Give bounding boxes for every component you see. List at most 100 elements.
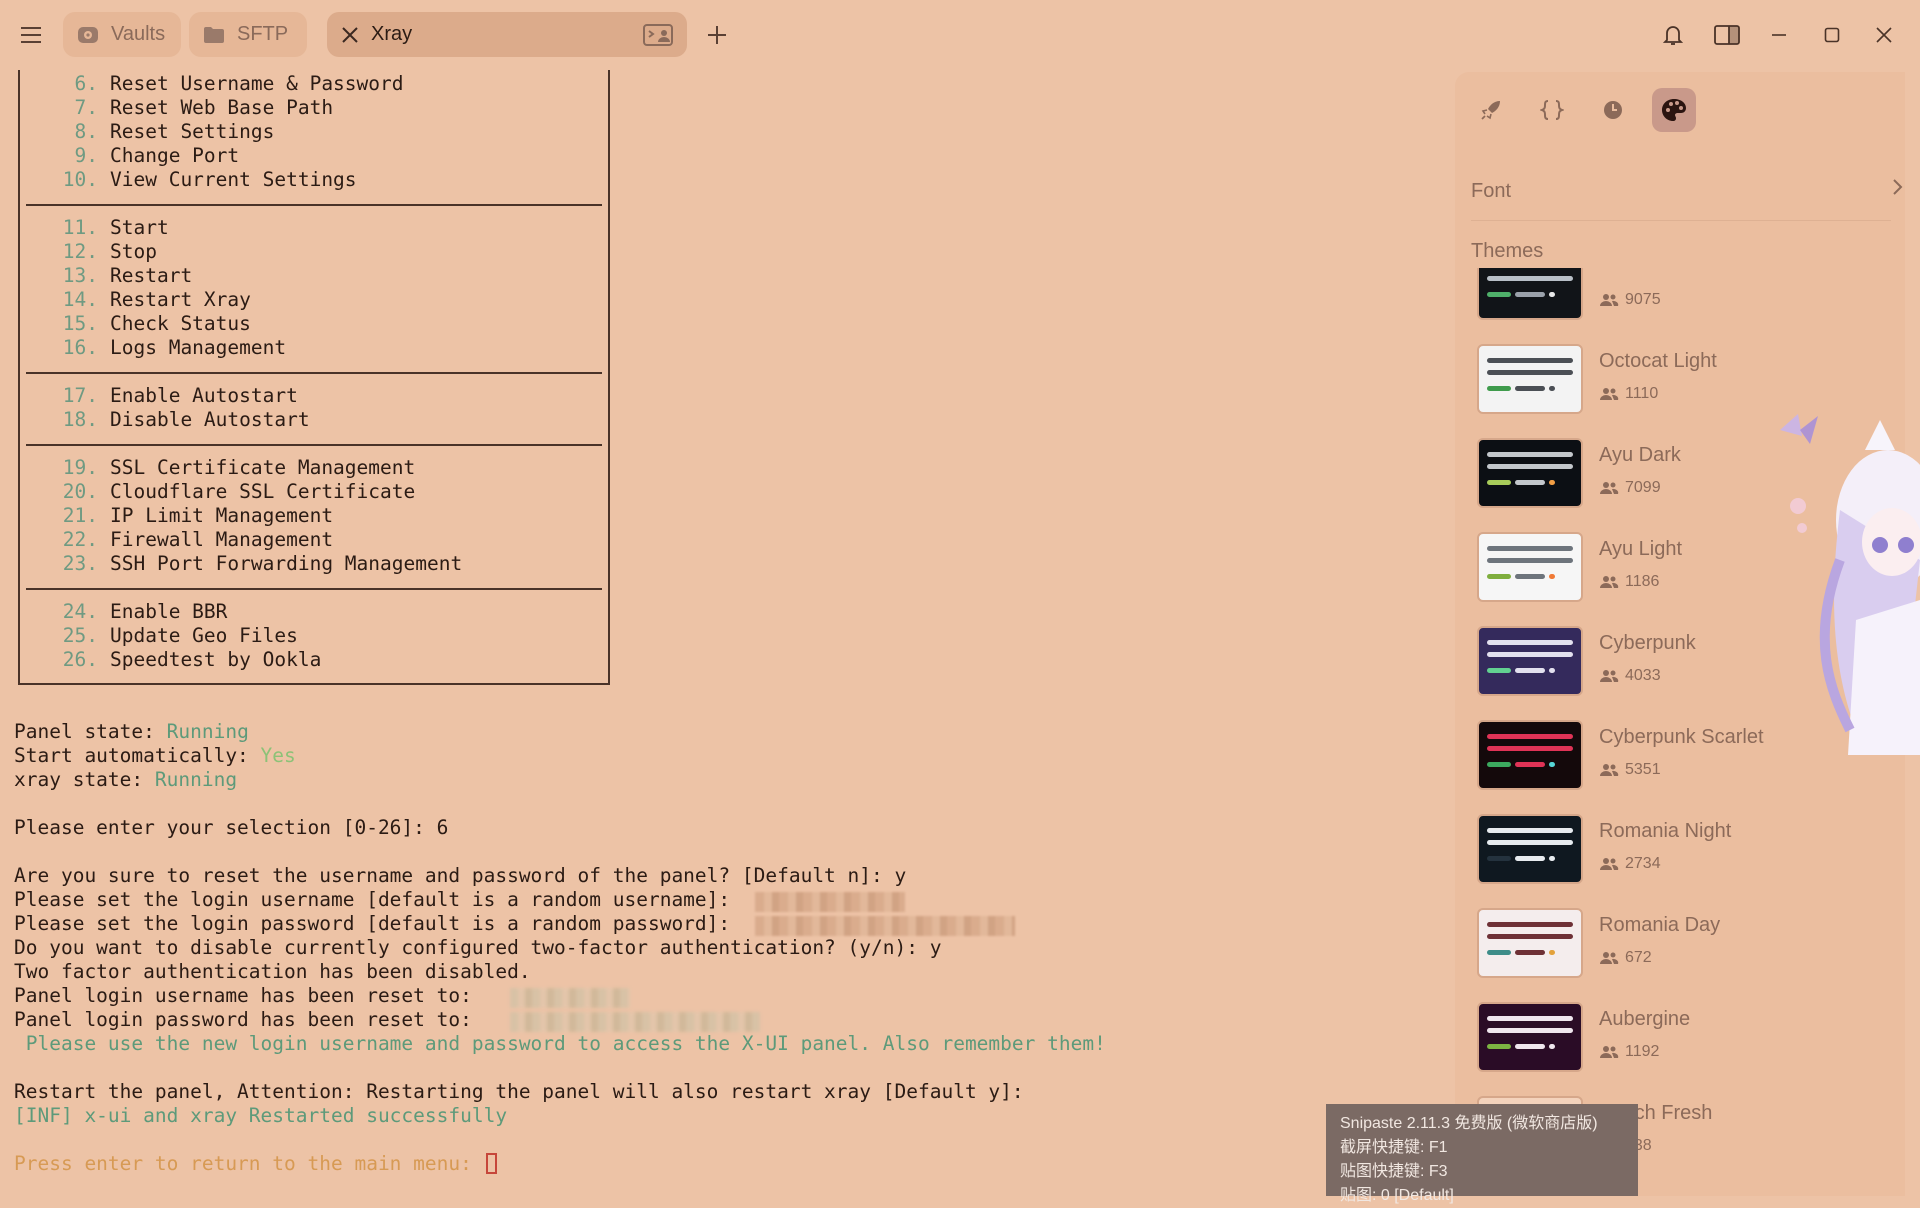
theme-item[interactable]: Romania Night 2734 [1477,810,1897,886]
selection-line: Please enter your selection [0-26]: 6 [14,816,449,839]
menu-item: 19. SSL Certificate Management [62,456,416,479]
scripts-tool-button[interactable] [1530,88,1574,132]
theme-item[interactable]: Romania Day 672 [1477,904,1897,980]
redacted-new-password [510,1012,760,1032]
set-password-line: Please set the login password [default i… [14,912,742,935]
theme-users-count: 7099 [1599,479,1661,497]
braces-icon [1540,100,1564,120]
username-reset-line: Panel login username has been reset to: [14,984,484,1007]
toggle-sidebar-button[interactable] [1710,18,1744,52]
theme-thumbnail [1477,344,1583,414]
theme-users-count: 2734 [1599,855,1661,873]
font-label: Font [1471,180,1512,202]
font-setting-row[interactable]: Font [1471,172,1911,212]
rocket-icon [1481,101,1500,120]
theme-thumbnail [1477,908,1583,978]
theme-thumbnail [1477,438,1583,508]
snipaste-line: 截屏快捷键: F1 [1340,1139,1448,1156]
snippets-tool-button[interactable] [1469,88,1513,132]
maximize-button[interactable] [1815,18,1849,52]
tab-sftp[interactable]: SFTP [189,12,307,57]
users-icon [1600,1046,1619,1058]
password-reset-line: Panel login password has been reset to: [14,1008,484,1031]
chevron-right-icon [1893,179,1903,195]
theme-users-count: 1110 [1599,385,1658,403]
redacted-new-username [510,988,630,1008]
autostart-value: Yes [260,744,296,767]
users-icon [1600,294,1619,306]
menu-item: 7. Reset Web Base Path [74,96,334,119]
theme-name: Ayu Light [1599,538,1683,560]
users-icon [1600,858,1619,870]
return-prompt-line: Press enter to return to the main menu: [14,1152,497,1176]
menu-box: 6. Reset Username & Password 7. Reset Web … [18,70,610,685]
snipaste-line: 贴图: 0 [Default] [1340,1187,1454,1204]
snipaste-tooltip: Snipaste 2.11.3 免费版 (微软商店版) 截屏快捷键: F1 贴图… [1326,1104,1638,1204]
title-bar: Vaults SFTP Xray [0,0,1920,70]
theme-users-count: 672 [1599,949,1652,967]
appearance-tool-button[interactable] [1652,88,1696,132]
close-window-button[interactable] [1867,18,1901,52]
theme-item[interactable]: Octocat Light 1110 [1477,340,1897,416]
theme-item[interactable]: Aubergine 1192 [1477,998,1897,1074]
users-icon [1600,764,1619,776]
close-icon[interactable] [341,26,359,44]
theme-thumbnail [1477,1002,1583,1072]
theme-name: Romania Day [1599,914,1721,936]
theme-thumbnail [1477,814,1583,884]
twofa-disabled-line: Two factor authentication has been disab… [14,960,531,983]
plus-icon [708,26,726,44]
menu-separator [26,444,602,446]
hamburger-menu-button[interactable] [14,18,48,52]
menu-item: 20. Cloudflare SSL Certificate [62,480,416,503]
redacted-password [755,916,1015,936]
xray-state-line: xray state: Running [14,768,238,791]
theme-thumbnail [1477,626,1583,696]
tab-xray[interactable]: Xray [327,12,687,57]
restart-question-line: Restart the panel, Attention: Restarting… [14,1080,1024,1103]
menu-item: 12. Stop [62,240,157,263]
users-icon [1600,482,1619,494]
panel-state-line: Panel state: Running [14,720,249,743]
menu-separator [26,372,602,374]
theme-users-count: 5351 [1599,761,1661,779]
terminal-output[interactable]: 6. Reset Username & Password 7. Reset Web … [0,70,1440,1196]
new-tab-button[interactable] [700,18,734,52]
autostart-line: Start automatically: Yes [14,744,296,767]
theme-name: Ayu Dark [1599,444,1681,466]
theme-name: Romania Night [1599,820,1732,842]
maximize-icon [1824,27,1840,43]
menu-item: 23. SSH Port Forwarding Management [62,552,463,575]
users-icon [1600,952,1619,964]
menu-item: 10. View Current Settings [62,168,357,191]
theme-name: Cyberpunk [1599,632,1696,654]
confirm-line: Are you sure to reset the username and p… [14,864,907,887]
minimize-icon [1772,34,1786,36]
xray-state-value: Running [154,768,238,791]
theme-name: Aubergine [1599,1008,1691,1030]
users-icon [1600,670,1619,682]
notifications-button[interactable] [1656,18,1690,52]
history-tool-button[interactable] [1591,88,1635,132]
theme-name: Cyberpunk Scarlet [1599,726,1764,748]
restart-success-line: [INF] x-ui and xray Restarted successful… [14,1104,508,1127]
menu-item: 14. Restart Xray [62,288,251,311]
themes-label: Themes [1471,240,1544,262]
twofa-question-line: Do you want to disable currently configu… [14,936,942,959]
menu-item: 21. IP Limit Management [62,504,334,527]
tab-vaults[interactable]: Vaults [63,12,181,57]
terminal-profile-icon[interactable] [643,24,673,46]
mascot-character-image [1780,414,1920,755]
minimize-button[interactable] [1762,18,1796,52]
tab-xray-label: Xray [371,23,413,45]
tab-sftp-label: SFTP [237,23,289,45]
theme-thumbnail [1477,532,1583,602]
theme-users-count: 9075 [1599,291,1661,309]
theme-users-count: 1186 [1599,573,1659,591]
users-icon [1600,576,1619,588]
users-icon [1600,388,1619,400]
theme-thumbnail [1477,720,1583,790]
theme-users-count: 1192 [1599,1043,1659,1061]
theme-item[interactable]: 9075 [1477,268,1897,322]
menu-item: 16. Logs Management [62,336,287,359]
